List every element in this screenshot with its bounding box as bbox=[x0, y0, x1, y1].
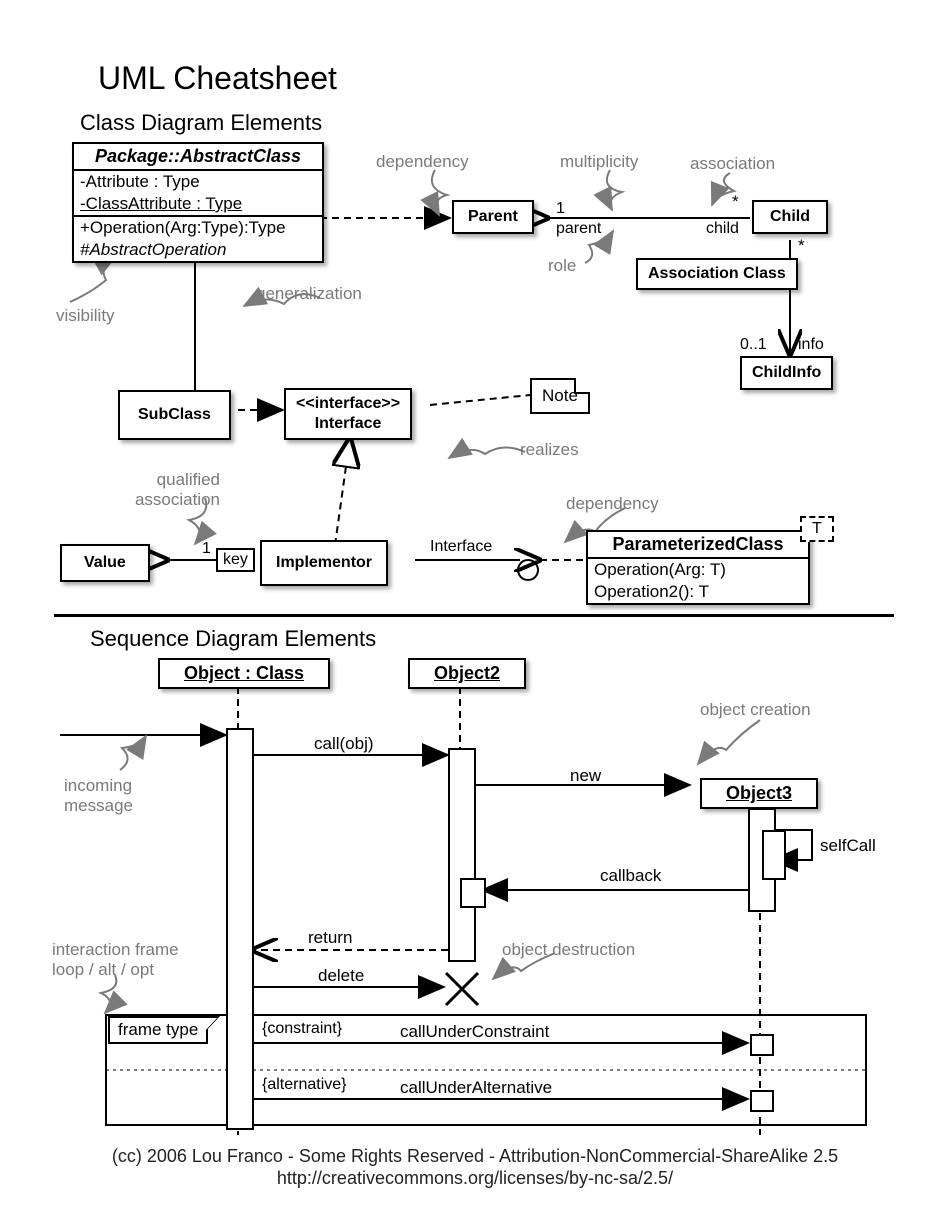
note-box: Note bbox=[530, 378, 590, 414]
interface-name: Interface bbox=[296, 414, 400, 434]
child-box: Child bbox=[752, 200, 828, 234]
label-visibility: visibility bbox=[56, 306, 115, 326]
label-generalization: generalization bbox=[256, 284, 362, 304]
param-class-name: ParameterizedClass bbox=[588, 532, 808, 557]
abstract-op1: +Operation(Arg:Type):Type bbox=[74, 215, 322, 239]
parent-box: Parent bbox=[452, 200, 534, 234]
label-constraint: {constraint} bbox=[262, 1020, 342, 1038]
label-selfcall: selfCall bbox=[820, 836, 876, 856]
label-one-q: 1 bbox=[202, 540, 211, 558]
divider bbox=[54, 614, 894, 617]
activation-obj2-inner bbox=[460, 878, 486, 908]
label-delete: delete bbox=[318, 966, 364, 986]
param-op1: Operation(Arg: T) bbox=[588, 557, 808, 581]
activation-obj2 bbox=[448, 748, 476, 962]
abstract-op2: #AbstractOperation bbox=[74, 239, 322, 261]
label-one: 1 bbox=[556, 200, 565, 218]
abstract-attr2: -ClassAttribute : Type bbox=[74, 193, 322, 215]
label-call-under-alternative: callUnderAlternative bbox=[400, 1078, 552, 1098]
frame-type-tab: frame type bbox=[108, 1016, 208, 1044]
interface-stereo: <<interface>> bbox=[296, 394, 400, 414]
label-realizes: realizes bbox=[520, 440, 579, 460]
label-call-under-constraint: callUnderConstraint bbox=[400, 1022, 549, 1042]
label-info: info bbox=[798, 336, 824, 354]
label-zero-one: 0..1 bbox=[740, 336, 767, 354]
implementor-box: Implementor bbox=[260, 540, 388, 586]
activation-frame1 bbox=[750, 1034, 774, 1056]
label-interface-dep: Interface bbox=[430, 538, 492, 556]
label-parent-role: parent bbox=[556, 220, 601, 238]
label-object-creation: object creation bbox=[700, 700, 811, 720]
label-dependency2: dependency bbox=[566, 494, 659, 514]
interface-box: <<interface>> Interface bbox=[284, 388, 412, 440]
label-alternative: {alternative} bbox=[262, 1076, 347, 1094]
value-box: Value bbox=[60, 544, 150, 582]
seq-object3: Object3 bbox=[700, 778, 818, 809]
seq-object1: Object : Class bbox=[158, 658, 330, 689]
label-qualified-assoc: qualified association bbox=[100, 470, 220, 510]
label-star: * bbox=[732, 192, 739, 212]
childinfo-box: ChildInfo bbox=[740, 356, 833, 390]
association-class-box: Association Class bbox=[636, 258, 798, 290]
label-interaction-frame: interaction frame loop / alt / opt bbox=[52, 940, 202, 980]
label-star2: * bbox=[798, 236, 805, 256]
param-op2: Operation2(): T bbox=[588, 581, 808, 603]
abstract-class-name: Package::AbstractClass bbox=[74, 144, 322, 169]
activation-frame2 bbox=[750, 1090, 774, 1112]
subclass-box: SubClass bbox=[118, 390, 231, 440]
template-parameter: T bbox=[800, 516, 834, 542]
label-new: new bbox=[570, 766, 601, 786]
label-object-destruction: object destruction bbox=[502, 940, 635, 960]
label-return: return bbox=[308, 928, 352, 948]
abstract-attr1: -Attribute : Type bbox=[74, 169, 322, 193]
label-association: association bbox=[690, 154, 775, 174]
seq-object2: Object2 bbox=[408, 658, 526, 689]
label-role: role bbox=[548, 256, 576, 276]
association-class-label: Association Class bbox=[648, 265, 786, 282]
footer-line1: (cc) 2006 Lou Franco - Some Rights Reser… bbox=[0, 1146, 950, 1167]
label-multiplicity: multiplicity bbox=[560, 152, 638, 172]
label-dependency: dependency bbox=[376, 152, 469, 172]
footer-line2: http://creativecommons.org/licenses/by-n… bbox=[0, 1168, 950, 1189]
activation-obj3-self bbox=[762, 830, 786, 880]
abstract-class-box: Package::AbstractClass -Attribute : Type… bbox=[72, 142, 324, 263]
label-child-role: child bbox=[706, 220, 739, 238]
label-callback: callback bbox=[600, 866, 661, 886]
parameterized-class-box: ParameterizedClass Operation(Arg: T) Ope… bbox=[586, 530, 810, 605]
key-qualifier: key bbox=[216, 548, 255, 572]
label-incoming-message: incoming message bbox=[64, 776, 154, 816]
label-call: call(obj) bbox=[314, 734, 374, 754]
activation-obj1 bbox=[226, 728, 254, 1130]
section-sequence-diagram: Sequence Diagram Elements bbox=[90, 626, 376, 652]
